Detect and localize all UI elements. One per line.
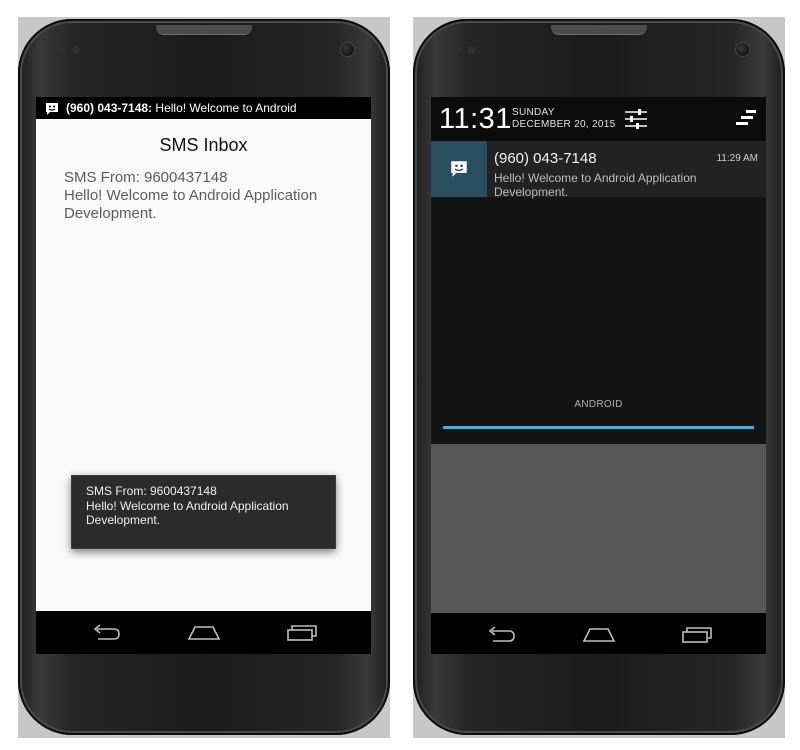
recents-icon	[287, 625, 317, 641]
front-camera	[736, 43, 749, 56]
proximity-sensor	[58, 46, 66, 54]
light-sensor	[467, 46, 475, 54]
sms-notification[interactable]: (960) 043-7148 11:29 AM Hello! Welcome t…	[431, 141, 766, 199]
quick-settings-button[interactable]	[624, 108, 648, 130]
earpiece-speaker	[551, 25, 647, 35]
sms-inbox-app: SMS Inbox SMS From: 9600437148 Hello! We…	[36, 119, 371, 611]
back-button[interactable]	[483, 623, 519, 645]
notification-text: Hello! Welcome to Android Application De…	[494, 171, 697, 199]
status-ticker: (960) 043-7148: Hello! Welcome to Androi…	[66, 97, 297, 119]
clear-all-button[interactable]	[734, 109, 758, 127]
front-camera	[341, 43, 354, 56]
recents-button[interactable]	[284, 621, 320, 643]
shade-header: 11:31 SUNDAY DECEMBER 20, 2015	[431, 97, 766, 141]
toast-message: SMS From: 9600437148 Hello! Welcome to A…	[71, 475, 336, 549]
earpiece-speaker	[156, 25, 252, 35]
recents-button[interactable]	[679, 623, 715, 645]
date-label[interactable]: DECEMBER 20, 2015	[512, 119, 615, 130]
back-button[interactable]	[88, 621, 124, 643]
page-title: SMS Inbox	[159, 135, 248, 155]
clock: 11:31	[439, 103, 512, 135]
right-screen: 11:31 SUNDAY DECEMBER 20, 2015 (960) 043…	[431, 97, 766, 654]
dimmed-background	[431, 444, 766, 613]
sms-icon	[45, 101, 59, 119]
day-label: SUNDAY	[512, 107, 555, 118]
proximity-sensor	[453, 46, 461, 54]
sms-from-label: SMS From: 9600437148	[64, 169, 228, 186]
notification-title: (960) 043-7148	[494, 150, 597, 167]
toast-line-from: SMS From: 9600437148	[86, 484, 217, 498]
home-button[interactable]	[186, 621, 222, 643]
status-bar[interactable]: (960) 043-7148: Hello! Welcome to Androi…	[36, 97, 371, 119]
navigation-bar	[431, 613, 766, 654]
back-icon	[93, 624, 120, 640]
right-phone-frame: 11:31 SUNDAY DECEMBER 20, 2015 (960) 043…	[413, 19, 785, 735]
home-button[interactable]	[581, 623, 617, 645]
left-screen: (960) 043-7148: Hello! Welcome to Androi…	[36, 97, 371, 654]
carrier-label: ANDROID	[574, 399, 623, 410]
quick-settings-icon	[625, 109, 647, 129]
notification-icon-box	[431, 141, 487, 197]
clear-all-icon	[736, 110, 756, 125]
back-icon	[488, 626, 515, 642]
sms-icon	[451, 161, 467, 177]
light-sensor	[72, 46, 80, 54]
ticker-message: Hello! Welcome to Android	[155, 101, 297, 115]
sms-content: SMS From: 9600437148 Hello! Welcome to A…	[64, 169, 354, 223]
ticker-sender: (960) 043-7148:	[66, 101, 153, 115]
shade-drag-handle[interactable]	[443, 426, 754, 429]
sms-message: Hello! Welcome to Android Application De…	[64, 187, 318, 222]
home-icon	[582, 628, 616, 642]
navigation-bar	[36, 611, 371, 654]
recents-icon	[682, 627, 712, 643]
notification-time: 11:29 AM	[716, 153, 758, 164]
left-phone-frame: (960) 043-7148: Hello! Welcome to Androi…	[18, 19, 390, 735]
home-icon	[187, 626, 221, 640]
notification-shade: 11:31 SUNDAY DECEMBER 20, 2015 (960) 043…	[431, 97, 766, 444]
toast-line-message: Hello! Welcome to Android Application De…	[86, 498, 289, 528]
